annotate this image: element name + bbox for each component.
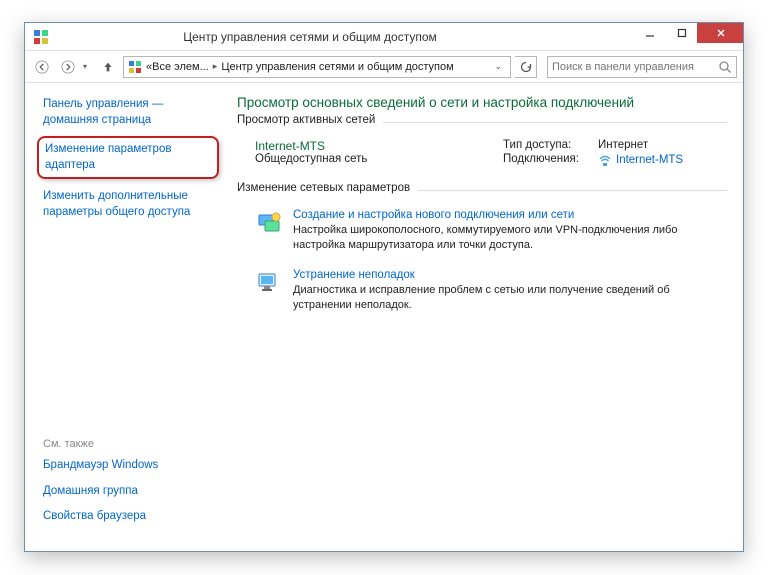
maximize-button[interactable] (665, 23, 697, 43)
address-field[interactable]: « Все элем... ▸ Центр управления сетями … (123, 56, 511, 78)
troubleshoot-icon (255, 269, 283, 297)
new-connection-desc: Настройка широкополосного, коммутируемог… (293, 223, 723, 253)
window-body: Панель управления — домашняя страница Из… (25, 83, 743, 551)
network-row: Internet-MTS Общедоступная сеть Тип дост… (237, 135, 727, 178)
minimize-button[interactable] (633, 23, 665, 43)
main-content: Просмотр основных сведений о сети и наст… (225, 83, 743, 551)
network-name: Internet-MTS (255, 139, 503, 153)
sidebar-browser-props-link[interactable]: Свойства браузера (43, 509, 215, 525)
troubleshoot-link[interactable]: Устранение неполадок (293, 269, 723, 281)
breadcrumb-dropdown-icon[interactable]: ⌄ (494, 61, 502, 72)
search-icon (718, 60, 732, 74)
network-type: Общедоступная сеть (255, 153, 503, 165)
network-info: Internet-MTS Общедоступная сеть (255, 139, 503, 170)
sidebar-homegroup-link[interactable]: Домашняя группа (43, 484, 215, 500)
troubleshoot-desc: Диагностика и исправление проблем с сеть… (293, 283, 723, 313)
network-center-small-icon (128, 60, 142, 74)
highlight-annotation: Изменение параметров адаптера (37, 136, 219, 179)
search-input[interactable] (552, 61, 718, 73)
up-button[interactable] (97, 56, 119, 78)
breadcrumb-part1[interactable]: Все элем... (152, 61, 209, 73)
window-title: Центр управления сетями и общим доступом (0, 30, 633, 44)
network-details: Тип доступа: Интернет Подключения: Inter… (503, 139, 723, 170)
breadcrumb-part2[interactable]: Центр управления сетями и общим доступом (221, 61, 453, 73)
sidebar-firewall-link[interactable]: Брандмауэр Windows (43, 458, 215, 474)
search-box[interactable] (547, 56, 737, 78)
access-type-label: Тип доступа: (503, 139, 598, 151)
connections-label: Подключения: (503, 153, 598, 170)
change-settings-group: Изменение сетевых параметров Создание и … (237, 190, 727, 322)
forward-button[interactable] (57, 56, 79, 78)
sidebar-sharing-settings-link[interactable]: Изменить дополнительные параметры общего… (43, 189, 215, 220)
task-text: Создание и настройка нового подключения … (293, 209, 723, 253)
see-also-label: См. также (43, 438, 215, 450)
titlebar: Центр управления сетями и общим доступом (25, 23, 743, 51)
active-networks-legend: Просмотр активных сетей (237, 114, 383, 126)
page-heading: Просмотр основных сведений о сети и наст… (237, 95, 727, 110)
change-settings-legend: Изменение сетевых параметров (237, 182, 418, 194)
breadcrumb-separator-icon[interactable]: ▸ (213, 61, 218, 72)
history-dropdown[interactable]: ▾ (83, 62, 93, 71)
sidebar-see-also: См. также Брандмауэр Windows Домашняя гр… (43, 438, 215, 543)
task-new-connection: Создание и настройка нового подключения … (237, 203, 727, 263)
sidebar: Панель управления — домашняя страница Из… (25, 83, 225, 551)
back-button[interactable] (31, 56, 53, 78)
connection-name: Internet-MTS (616, 154, 683, 166)
address-bar: ▾ « Все элем... ▸ Центр управления сетям… (25, 51, 743, 83)
task-troubleshoot: Устранение неполадок Диагностика и испра… (237, 263, 727, 323)
control-panel-window: Центр управления сетями и общим доступом… (24, 22, 744, 552)
sidebar-adapter-settings-link[interactable]: Изменение параметров адаптера (45, 142, 209, 173)
wifi-icon (598, 153, 612, 167)
new-connection-link[interactable]: Создание и настройка нового подключения … (293, 209, 723, 221)
close-button[interactable] (697, 23, 743, 43)
sidebar-home-link[interactable]: Панель управления — домашняя страница (43, 97, 215, 128)
connection-link[interactable]: Internet-MTS (598, 153, 683, 167)
new-connection-icon (255, 209, 283, 237)
task-text: Устранение неполадок Диагностика и испра… (293, 269, 723, 313)
active-networks-group: Просмотр активных сетей Internet-MTS Общ… (237, 122, 727, 178)
refresh-button[interactable] (515, 56, 537, 78)
access-type-value: Интернет (598, 139, 723, 151)
window-buttons (633, 23, 743, 50)
